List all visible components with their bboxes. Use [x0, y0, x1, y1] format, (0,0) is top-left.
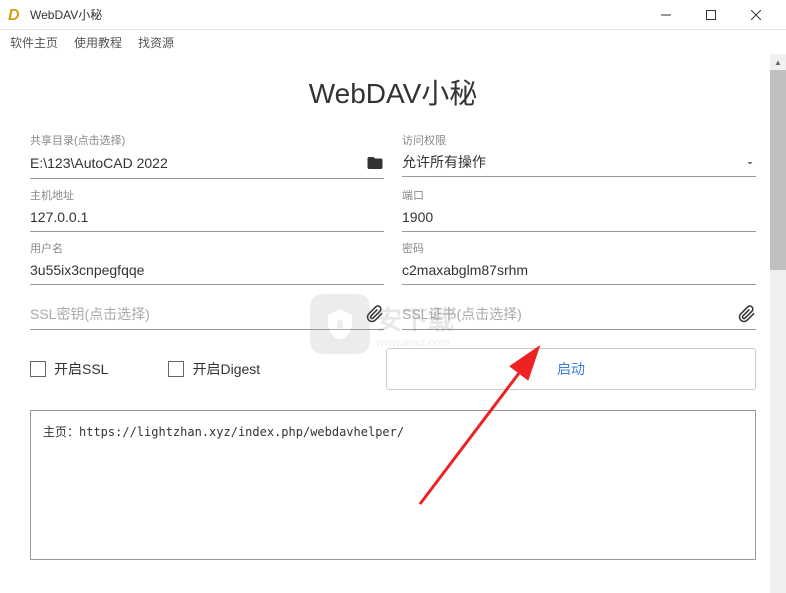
menu-home[interactable]: 软件主页: [4, 32, 64, 53]
port-field: 端口: [402, 187, 756, 232]
menu-resources[interactable]: 找资源: [132, 32, 180, 53]
minimize-button[interactable]: [643, 1, 688, 29]
password-input[interactable]: [402, 262, 756, 278]
ssl-checkbox[interactable]: [30, 361, 46, 377]
password-label: 密码: [402, 240, 756, 256]
port-input[interactable]: [402, 209, 756, 225]
host-input[interactable]: [30, 209, 384, 225]
start-button[interactable]: 启动: [386, 348, 756, 390]
share-dir-input[interactable]: [30, 155, 366, 171]
ssl-key-input[interactable]: [30, 306, 366, 322]
close-button[interactable]: [733, 1, 778, 29]
username-label: 用户名: [30, 240, 384, 256]
digest-checkbox-label: 开启Digest: [192, 359, 260, 379]
menu-tutorial[interactable]: 使用教程: [68, 32, 128, 53]
scroll-thumb[interactable]: [770, 70, 786, 270]
host-label: 主机地址: [30, 187, 384, 203]
log-output: 主页：https://lightzhan.xyz/index.php/webda…: [30, 410, 756, 560]
ssl-key-field: [30, 301, 384, 330]
access-perm-label: 访问权限: [402, 132, 756, 148]
digest-checkbox[interactable]: [168, 361, 184, 377]
titlebar: D WebDAV小秘: [0, 0, 786, 30]
ssl-cert-field: [402, 301, 756, 330]
port-label: 端口: [402, 187, 756, 203]
page-title: WebDAV小秘: [30, 72, 756, 112]
folder-icon[interactable]: [366, 154, 384, 172]
maximize-button[interactable]: [688, 1, 733, 29]
attach-icon[interactable]: [738, 305, 756, 323]
host-field: 主机地址: [30, 187, 384, 232]
access-perm-field: 访问权限: [402, 132, 756, 179]
password-field: 密码: [402, 240, 756, 285]
window-title: WebDAV小秘: [30, 6, 643, 23]
access-perm-select[interactable]: [402, 154, 744, 170]
ssl-cert-input[interactable]: [402, 306, 738, 322]
app-icon: D: [8, 7, 24, 23]
share-dir-field: 共享目录(点击选择): [30, 132, 384, 179]
ssl-checkbox-group: 开启SSL: [30, 359, 108, 379]
window-controls: [643, 1, 778, 29]
attach-icon[interactable]: [366, 305, 384, 323]
log-line: 主页：https://lightzhan.xyz/index.php/webda…: [43, 425, 404, 439]
menubar: 软件主页 使用教程 找资源: [0, 30, 786, 54]
digest-checkbox-group: 开启Digest: [168, 359, 260, 379]
username-field: 用户名: [30, 240, 384, 285]
ssl-checkbox-label: 开启SSL: [54, 359, 108, 379]
main-content: WebDAV小秘 共享目录(点击选择) 访问权限: [0, 54, 786, 593]
dropdown-arrow-icon[interactable]: [744, 156, 756, 168]
scroll-up-icon[interactable]: ▲: [770, 54, 786, 70]
vertical-scrollbar[interactable]: ▲: [770, 54, 786, 593]
share-dir-label: 共享目录(点击选择): [30, 132, 384, 148]
username-input[interactable]: [30, 262, 384, 278]
